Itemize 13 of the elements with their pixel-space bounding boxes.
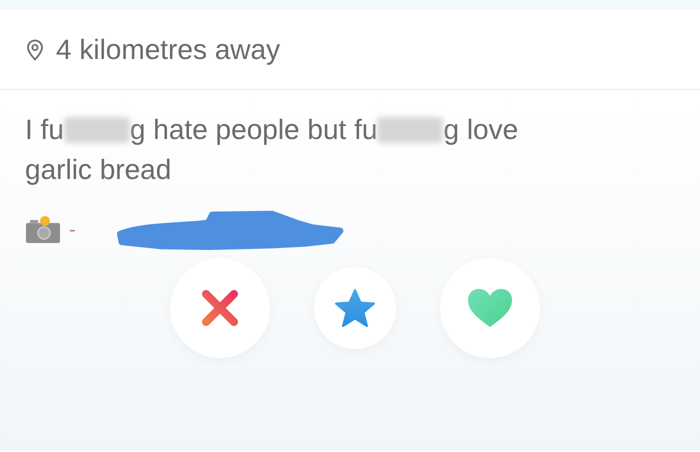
bio-text: g love	[443, 113, 518, 147]
separator-text: -	[69, 218, 76, 243]
star-icon	[334, 288, 376, 328]
blurred-word	[64, 117, 130, 143]
distance-text: 4 kilometres away	[56, 32, 280, 67]
heart-icon	[466, 287, 514, 329]
bio-text: garlic bread	[25, 153, 172, 187]
bio-text: g hate people but fu	[130, 113, 378, 147]
location-pin-icon	[26, 38, 44, 60]
camera-icon	[25, 215, 61, 245]
bio-text: I fu	[25, 113, 64, 147]
cross-icon	[200, 288, 240, 328]
blurred-word	[377, 117, 444, 143]
